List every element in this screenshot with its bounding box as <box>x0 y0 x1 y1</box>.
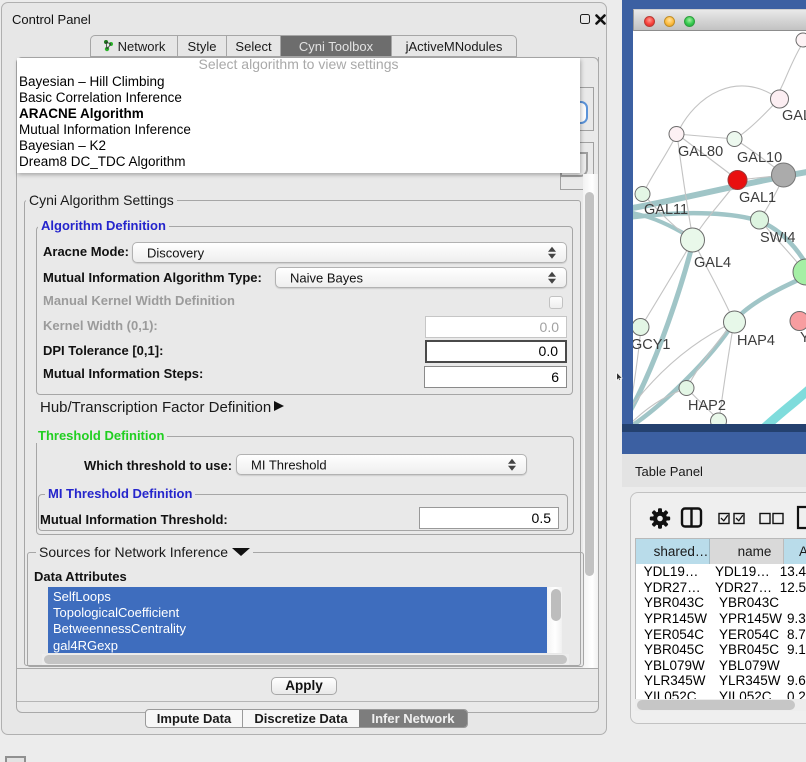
svg-text:Y: Y <box>800 330 806 346</box>
svg-text:GCY1: GCY1 <box>633 337 671 353</box>
svg-text:GAL10: GAL10 <box>737 150 782 166</box>
svg-text:HAP4: HAP4 <box>737 333 775 349</box>
svg-text:GAL2: GAL2 <box>782 108 806 124</box>
svg-text:GAL1: GAL1 <box>739 190 776 206</box>
svg-text:GAL11: GAL11 <box>644 202 688 218</box>
svg-text:SWI4: SWI4 <box>760 230 795 246</box>
svg-text:HAP2: HAP2 <box>688 398 726 414</box>
svg-text:GAL4: GAL4 <box>694 255 731 271</box>
svg-text:GAL80: GAL80 <box>678 144 723 160</box>
